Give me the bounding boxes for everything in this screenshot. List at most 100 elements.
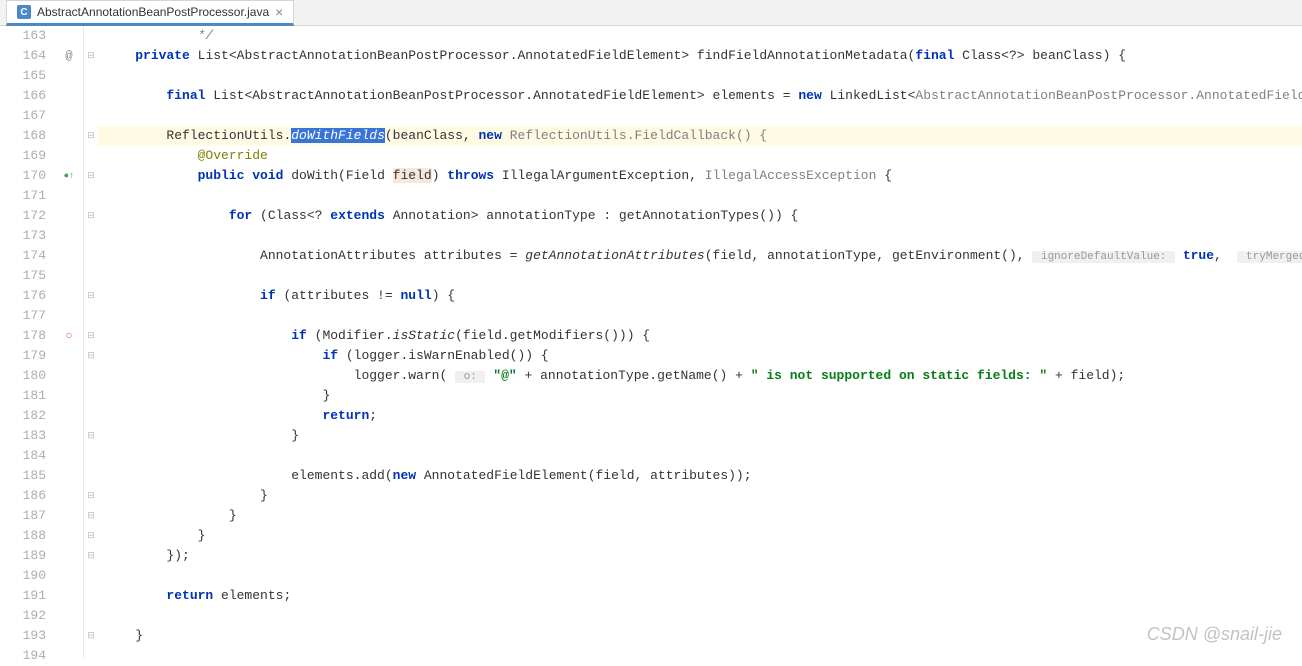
line-number: 182 [0, 406, 46, 426]
gutter-blank [54, 226, 84, 246]
fold-blank [84, 226, 98, 246]
code-line[interactable]: if (logger.isWarnEnabled()) { [98, 346, 1302, 366]
code-line[interactable]: AnnotationAttributes attributes = getAnn… [98, 246, 1302, 266]
fold-toggle-icon[interactable]: ⊟ [84, 526, 98, 546]
code-line[interactable]: }); [98, 546, 1302, 566]
code-line[interactable] [98, 306, 1302, 326]
gutter-blank [54, 146, 84, 166]
fold-blank [84, 406, 98, 426]
line-number: 166 [0, 86, 46, 106]
java-class-icon: C [17, 5, 31, 19]
gutter-blank [54, 446, 84, 466]
fold-column: ⊟⊟⊟⊟⊟⊟⊟⊟⊟⊟⊟⊟⊟ [84, 26, 98, 659]
line-number: 185 [0, 466, 46, 486]
code-line[interactable]: return elements; [98, 586, 1302, 606]
fold-toggle-icon[interactable]: ⊟ [84, 426, 98, 446]
code-line[interactable]: } [98, 526, 1302, 546]
line-number: 181 [0, 386, 46, 406]
code-line[interactable] [98, 566, 1302, 586]
gutter-blank [54, 366, 84, 386]
fold-toggle-icon[interactable]: ⊟ [84, 286, 98, 306]
gutter-blank [54, 426, 84, 446]
fold-blank [84, 106, 98, 126]
fold-toggle-icon[interactable]: ⊟ [84, 546, 98, 566]
line-number: 193 [0, 626, 46, 646]
code-line[interactable] [98, 106, 1302, 126]
code-line[interactable] [98, 446, 1302, 466]
code-line[interactable]: } [98, 386, 1302, 406]
code-line[interactable] [98, 266, 1302, 286]
fold-toggle-icon[interactable]: ⊟ [84, 346, 98, 366]
code-line[interactable]: */ [98, 26, 1302, 46]
fold-toggle-icon[interactable]: ⊟ [84, 126, 98, 146]
line-number: 164 [0, 46, 46, 66]
override-marker-icon: ●↑ [54, 166, 84, 186]
fold-blank [84, 246, 98, 266]
editor-tab[interactable]: C AbstractAnnotationBeanPostProcessor.ja… [6, 0, 294, 26]
line-number: 183 [0, 426, 46, 446]
code-line[interactable]: if (Modifier.isStatic(field.getModifiers… [98, 326, 1302, 346]
code-line[interactable]: if (attributes != null) { [98, 286, 1302, 306]
code-line[interactable]: return; [98, 406, 1302, 426]
line-number: 168 [0, 126, 46, 146]
gutter-blank [54, 346, 84, 366]
fold-toggle-icon[interactable]: ⊟ [84, 46, 98, 66]
gutter-blank [54, 626, 84, 646]
code-line[interactable]: @Override [98, 146, 1302, 166]
line-number: 178 [0, 326, 46, 346]
code-line[interactable] [98, 646, 1302, 659]
gutter-blank [54, 126, 84, 146]
tab-filename: AbstractAnnotationBeanPostProcessor.java [37, 5, 269, 19]
fold-blank [84, 66, 98, 86]
code-line[interactable]: final List<AbstractAnnotationBeanPostPro… [98, 86, 1302, 106]
fold-toggle-icon[interactable]: ⊟ [84, 206, 98, 226]
line-number: 186 [0, 486, 46, 506]
fold-toggle-icon[interactable]: ⊟ [84, 326, 98, 346]
fold-blank [84, 266, 98, 286]
fold-blank [84, 86, 98, 106]
gutter-blank [54, 546, 84, 566]
fold-toggle-icon[interactable]: ⊟ [84, 506, 98, 526]
code-area[interactable]: */ private List<AbstractAnnotationBeanPo… [98, 26, 1302, 659]
code-line[interactable]: } [98, 486, 1302, 506]
gutter-blank [54, 486, 84, 506]
line-number: 172 [0, 206, 46, 226]
line-number: 171 [0, 186, 46, 206]
line-number: 191 [0, 586, 46, 606]
code-line[interactable] [98, 66, 1302, 86]
fold-toggle-icon[interactable]: ⊟ [84, 626, 98, 646]
tab-bar: C AbstractAnnotationBeanPostProcessor.ja… [0, 0, 1302, 26]
code-line[interactable]: ReflectionUtils.doWithFields(beanClass, … [98, 126, 1302, 146]
code-editor[interactable]: 1631641651661671681691701711721731741751… [0, 26, 1302, 659]
gutter-blank [54, 286, 84, 306]
fold-toggle-icon[interactable]: ⊟ [84, 486, 98, 506]
line-number: 192 [0, 606, 46, 626]
code-line[interactable] [98, 226, 1302, 246]
gutter-marks: @●↑○ [54, 26, 84, 659]
gutter-blank [54, 506, 84, 526]
code-line[interactable]: } [98, 426, 1302, 446]
fold-toggle-icon[interactable]: ⊟ [84, 166, 98, 186]
code-line[interactable]: } [98, 626, 1302, 646]
code-line[interactable] [98, 606, 1302, 626]
fold-blank [84, 26, 98, 46]
code-line[interactable]: private List<AbstractAnnotationBeanPostP… [98, 46, 1302, 66]
code-line[interactable]: } [98, 506, 1302, 526]
close-icon[interactable]: × [275, 4, 283, 20]
fold-blank [84, 446, 98, 466]
gutter-blank [54, 266, 84, 286]
line-number: 189 [0, 546, 46, 566]
line-number: 174 [0, 246, 46, 266]
line-number: 170 [0, 166, 46, 186]
code-line[interactable] [98, 186, 1302, 206]
gutter-blank [54, 26, 84, 46]
fold-blank [84, 646, 98, 666]
code-line[interactable]: public void doWith(Field field) throws I… [98, 166, 1302, 186]
code-line[interactable]: for (Class<? extends Annotation> annotat… [98, 206, 1302, 226]
line-number: 179 [0, 346, 46, 366]
code-line[interactable]: elements.add(new AnnotatedFieldElement(f… [98, 466, 1302, 486]
fold-blank [84, 306, 98, 326]
code-line[interactable]: logger.warn( o: "@" + annotationType.get… [98, 366, 1302, 386]
gutter-blank [54, 646, 84, 666]
gutter-blank [54, 106, 84, 126]
